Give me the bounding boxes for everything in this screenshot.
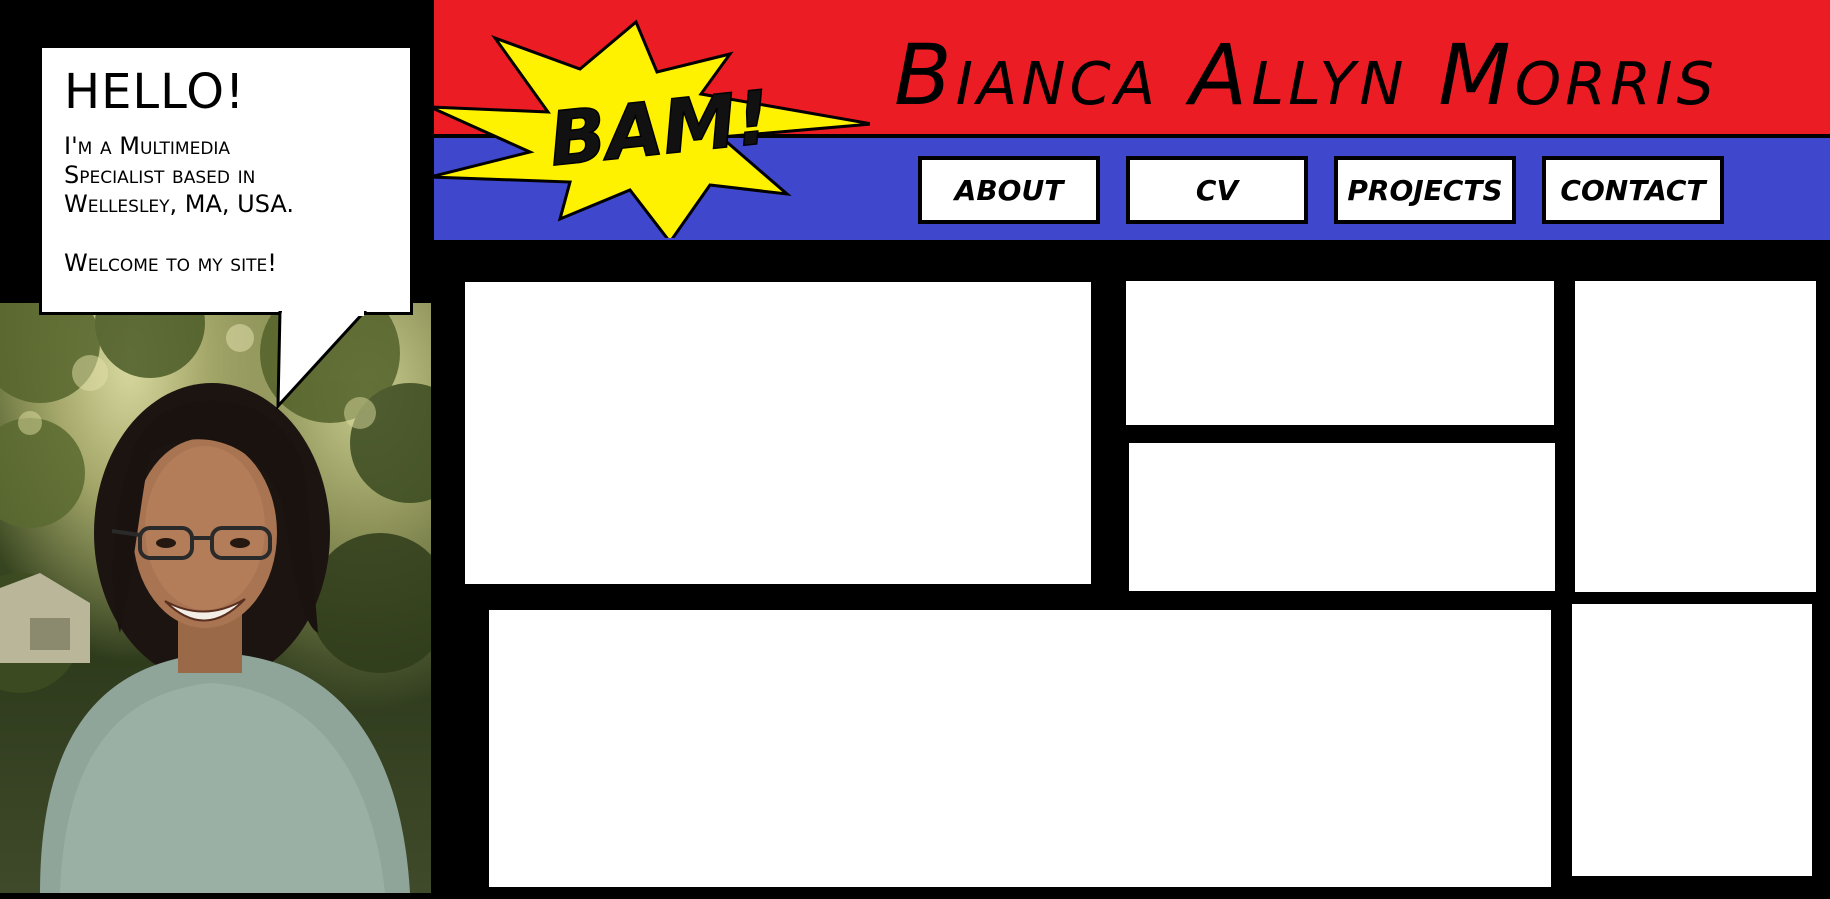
site-title: Bianca Allyn Morris	[894, 26, 1718, 124]
greeting-heading: Hello!	[64, 64, 246, 120]
comic-panel-4	[1575, 281, 1816, 592]
nav-about-button[interactable]: About	[918, 156, 1100, 224]
intro-text: I'm a Multimedia Specialist based in Wel…	[64, 132, 295, 218]
nav-contact-button[interactable]: Contact	[1542, 156, 1724, 224]
comic-panel-3	[1129, 443, 1555, 591]
bam-burst-logo[interactable]: BAM!	[430, 2, 870, 238]
comic-panel-6	[1572, 604, 1812, 876]
welcome-text: Welcome to my site!	[64, 249, 277, 277]
speech-bubble-tail	[276, 311, 368, 410]
nav-projects-button[interactable]: Projects	[1334, 156, 1516, 224]
speech-bubble: Hello! I'm a Multimedia Specialist based…	[39, 45, 413, 315]
nav-cv-button[interactable]: CV	[1126, 156, 1308, 224]
comic-panel-2	[1126, 281, 1554, 425]
main-nav: About CV Projects Contact	[918, 156, 1724, 224]
comic-panel-5	[489, 610, 1551, 887]
comic-panel-1	[465, 282, 1091, 584]
